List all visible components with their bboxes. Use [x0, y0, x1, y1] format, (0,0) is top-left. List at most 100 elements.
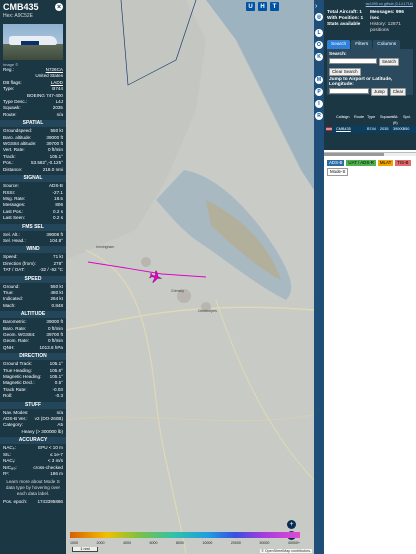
scrollbar-thumb[interactable] [324, 153, 384, 156]
col-alt[interactable]: Alt. (ft) [393, 114, 403, 126]
search-tab-body: Search: Search Clear Search Jump to Airp… [327, 49, 413, 96]
tab-search[interactable]: Search [327, 40, 351, 49]
map-button-h[interactable]: H [258, 2, 267, 11]
filter-mlat[interactable]: MLAT [377, 160, 394, 166]
aircraft-details: Reg.: N726CA United States DB flags: LADD Typ… [0, 67, 66, 118]
map-attribution[interactable]: © OpenStreetMap contributors. [260, 549, 312, 553]
speed-list: Ground: 550 kt True: 480 kt Indicated: 264 kt… [0, 284, 66, 310]
layers-icon[interactable]: ◎ [315, 13, 323, 21]
toggle-k-button[interactable]: K [315, 53, 323, 61]
speed-label: Mach: [3, 302, 16, 308]
section-fms: FMS SEL [0, 223, 66, 231]
wind-list: Speed: 71 kt Direction (from): 278° TAT / OA… [0, 254, 66, 273]
signal-row: Last Seen: 0.2 s [0, 215, 66, 221]
toggle-l-button[interactable]: L [315, 29, 323, 37]
callsign-text: CMB435 [3, 2, 39, 12]
col-type[interactable]: Type [367, 114, 380, 126]
search-button[interactable]: Search [379, 58, 399, 66]
learn-more-note: Learn more about Mode S data type by hov… [5, 479, 61, 497]
row-alt: 39000 [393, 127, 404, 131]
town-label: Cleethorpes [198, 309, 217, 313]
clear-jump-button[interactable]: Clear [389, 88, 407, 96]
zoom-in-button[interactable]: + [287, 520, 296, 529]
details-label: Reg.: [3, 67, 14, 72]
direction-value: -0.3 [55, 393, 63, 399]
tab-columns[interactable]: Columns [373, 40, 401, 49]
legend-label: 2000 [96, 541, 105, 545]
aircraft-photo[interactable] [3, 24, 63, 60]
filter-uat[interactable]: UAT / ADS-R [346, 160, 376, 166]
close-icon[interactable]: × [55, 3, 63, 11]
stuff-value: Heavy (> 300000 lb) [21, 428, 64, 434]
callsign-title: CMB435 × [3, 2, 63, 12]
toggle-i-button[interactable]: I [315, 100, 323, 108]
col-flag[interactable] [326, 114, 336, 126]
fms-value: 104.8° [49, 237, 63, 243]
accuracy-list: NACₚ: EPU < 10 m SIL: ≤ 1e-7 NACᵥ: < 3 m/s NIC… [0, 445, 66, 477]
col-route[interactable]: Route [354, 114, 367, 126]
sidebar-header: CMB435 × Hex: A9C52E [0, 0, 66, 21]
signal-value: 0.2 s [53, 215, 63, 221]
altitude-list: Barometric: 39000 ft Baro. Rate: 0 ft/min Ge… [0, 319, 66, 351]
row-callsign[interactable]: CMB435 [336, 126, 354, 133]
col-squawk[interactable]: Squawk [380, 114, 394, 126]
section-signal: SIGNAL [0, 175, 66, 183]
jump-input[interactable] [329, 88, 369, 94]
legend-label: 1000 [70, 541, 78, 545]
fms-list: Sel. Alt.: 39008 ft Sel. Head.: 104.8° [0, 232, 66, 245]
legend-label: 10000 [202, 541, 213, 545]
filter-adsb[interactable]: ADS-B [327, 160, 345, 166]
altitude-label: QNH: [3, 344, 15, 350]
section-stuff: STUFF [0, 401, 66, 409]
map-toolbar: › ◎ L O K M P I R [314, 0, 324, 554]
row-spd: 550 [403, 127, 410, 131]
toggle-m-button[interactable]: M [315, 76, 323, 84]
tab-filters[interactable]: Filters [351, 40, 373, 49]
section-spatial: SPATIAL [0, 120, 66, 128]
direction-row: Roll: -0.3 [0, 393, 66, 399]
github-link[interactable]: tar1090 on github (3.14.1716) [327, 2, 413, 6]
toggle-p-button[interactable]: P [315, 88, 323, 96]
row-squawk: 2035 [380, 127, 389, 131]
col-spd[interactable]: Spd. [403, 114, 415, 126]
table-header: Callsign Route Type Squawk Alt. (ft) Spd… [324, 114, 416, 126]
map-button-t[interactable]: T [270, 2, 279, 11]
collapse-arrow-icon[interactable]: › [315, 3, 317, 10]
town-label: Immingham [96, 245, 114, 249]
hex-code: Hex: A9C52E [3, 13, 34, 19]
filter-tisb[interactable]: TIS-B [395, 160, 411, 166]
legend-label: 30000 [259, 541, 270, 545]
aircraft-detail-sidebar: CMB435 × Hex: A9C52E Image © Reg.: N726CA… [0, 0, 66, 554]
toggle-r-button[interactable]: R [315, 112, 323, 120]
section-wind: WIND [0, 246, 66, 254]
section-accuracy: ACCURACY [0, 437, 66, 445]
search-label: Search: [329, 52, 347, 57]
clear-search-button[interactable]: Clear Search [329, 68, 361, 76]
horizontal-scrollbar[interactable] [324, 152, 416, 156]
direction-list: Ground Track: 105.1° True Heading: 105.6° Ma… [0, 361, 66, 399]
source-filter-tags: ADS-B UAT / ADS-R MLAT TIS-B Mode-S [324, 158, 416, 178]
map-view[interactable]: Immingham Grimsby Cleethorpes U H T + − … [66, 0, 314, 554]
panel-header: tar1090 on github (3.14.1716) Total Airc… [324, 0, 416, 150]
details-row: Route: n/a [0, 112, 66, 118]
search-input[interactable] [329, 58, 377, 64]
map-button-u[interactable]: U [246, 2, 255, 11]
toggle-o-button[interactable]: O [315, 41, 323, 49]
stats-link[interactable]: Stats available [327, 22, 370, 28]
table-row[interactable]: CMB435 B744 2035 39000 550 [324, 126, 416, 133]
map-canvas: Immingham Grimsby Cleethorpes [66, 0, 314, 554]
messages-rate: Messages: 996 /sec [370, 10, 404, 21]
details-label: Route: [3, 111, 17, 117]
signal-list: Source: ADS-B RSSI: -27.1 Msg. Rate: 18.5 Mess… [0, 183, 66, 221]
stuff-label: Category: [3, 422, 23, 428]
pos-epoch-value: 1743395866 [37, 499, 63, 505]
col-callsign[interactable]: Callsign [336, 114, 354, 126]
filter-modes[interactable]: Mode-S [327, 168, 349, 176]
details-value: n/a [56, 111, 63, 117]
fms-row: Sel. Head.: 104.8° [0, 238, 66, 244]
jump-button[interactable]: Jump [371, 88, 388, 96]
row-type: B744 [367, 127, 376, 131]
legend-label: 4000 [122, 541, 131, 545]
legend-label: 8000 [175, 541, 184, 545]
town [141, 257, 151, 267]
